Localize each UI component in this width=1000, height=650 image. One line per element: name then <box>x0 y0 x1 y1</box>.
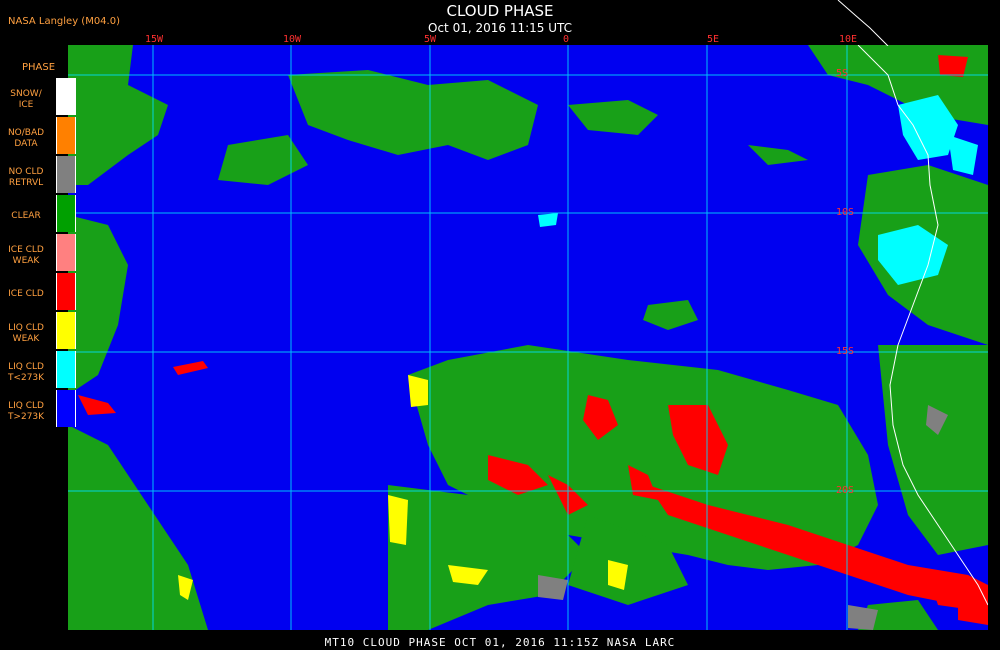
legend-item-liq-cld-cold: LIQ CLD T<273K <box>0 351 76 388</box>
legend-swatch <box>56 195 76 232</box>
clear-sky-regions <box>68 45 988 395</box>
legend-swatch <box>56 390 76 427</box>
legend-label: WEAK <box>12 334 40 344</box>
legend-item-clear: CLEAR <box>0 195 76 232</box>
lat-label-5s: 5S <box>836 68 849 79</box>
legend-item-no-cld-retrvl: NO CLD RETRVL <box>0 156 76 193</box>
legend-label: LIQ CLD <box>8 401 44 411</box>
lon-label-5w: 5W <box>424 34 437 45</box>
legend-title: PHASE <box>22 62 56 73</box>
legend-label: DATA <box>14 139 38 149</box>
legend-swatch <box>56 78 76 115</box>
legend-swatch <box>56 117 76 154</box>
legend-item-liq-cld-weak: LIQ CLD WEAK <box>0 312 76 349</box>
legend-swatch <box>56 312 76 349</box>
clear-region <box>643 300 698 330</box>
legend-label: ICE CLD <box>8 245 44 255</box>
legend-label: SNOW/ <box>10 89 42 99</box>
satellite-map[interactable] <box>68 45 988 630</box>
legend-item-snow-ice: SNOW/ICE <box>0 78 76 115</box>
lat-label-15s: 15S <box>836 346 855 357</box>
clear-region <box>218 135 308 185</box>
legend-label: ICE <box>18 100 34 110</box>
legend-swatch <box>56 156 76 193</box>
legend-swatch <box>56 351 76 388</box>
legend-item-no-bad-data: NO/BAD DATA <box>0 117 76 154</box>
legend-swatch <box>56 273 76 310</box>
lon-label-15w: 15W <box>145 34 164 45</box>
legend-label: CLEAR <box>11 211 41 221</box>
legend-label: WEAK <box>12 256 40 266</box>
clear-region <box>568 100 658 135</box>
clear-region <box>288 70 538 160</box>
lon-label-0: 0 <box>563 34 570 45</box>
legend-swatch <box>56 234 76 271</box>
legend-label: NO CLD <box>8 167 44 177</box>
coastline-top <box>837 0 889 46</box>
legend-label: T>273K <box>7 412 45 422</box>
clear-region <box>68 215 128 395</box>
cloud-phase-image <box>68 45 988 630</box>
lat-label-20s: 20S <box>836 485 855 496</box>
legend-label: T<273K <box>7 373 45 383</box>
lon-label-5e: 5E <box>707 34 720 45</box>
legend-item-liq-cld-warm: LIQ CLD T>273K <box>0 390 76 427</box>
footer-caption: MT10 CLOUD PHASE OCT 01, 2016 11:15Z NAS… <box>324 636 676 649</box>
legend-label: RETRVL <box>8 178 44 188</box>
legend-item-ice-cld-weak: ICE CLD WEAK <box>0 234 76 271</box>
legend-label: LIQ CLD <box>8 323 44 333</box>
lon-label-10w: 10W <box>283 34 302 45</box>
lat-label-10s: 10S <box>836 207 855 218</box>
clear-region <box>748 145 808 165</box>
legend-label: LIQ CLD <box>8 362 44 372</box>
legend-label: NO/BAD <box>7 128 45 138</box>
legend-label: ICE CLD <box>8 289 44 299</box>
legend-item-ice-cld: ICE CLD <box>0 273 76 310</box>
